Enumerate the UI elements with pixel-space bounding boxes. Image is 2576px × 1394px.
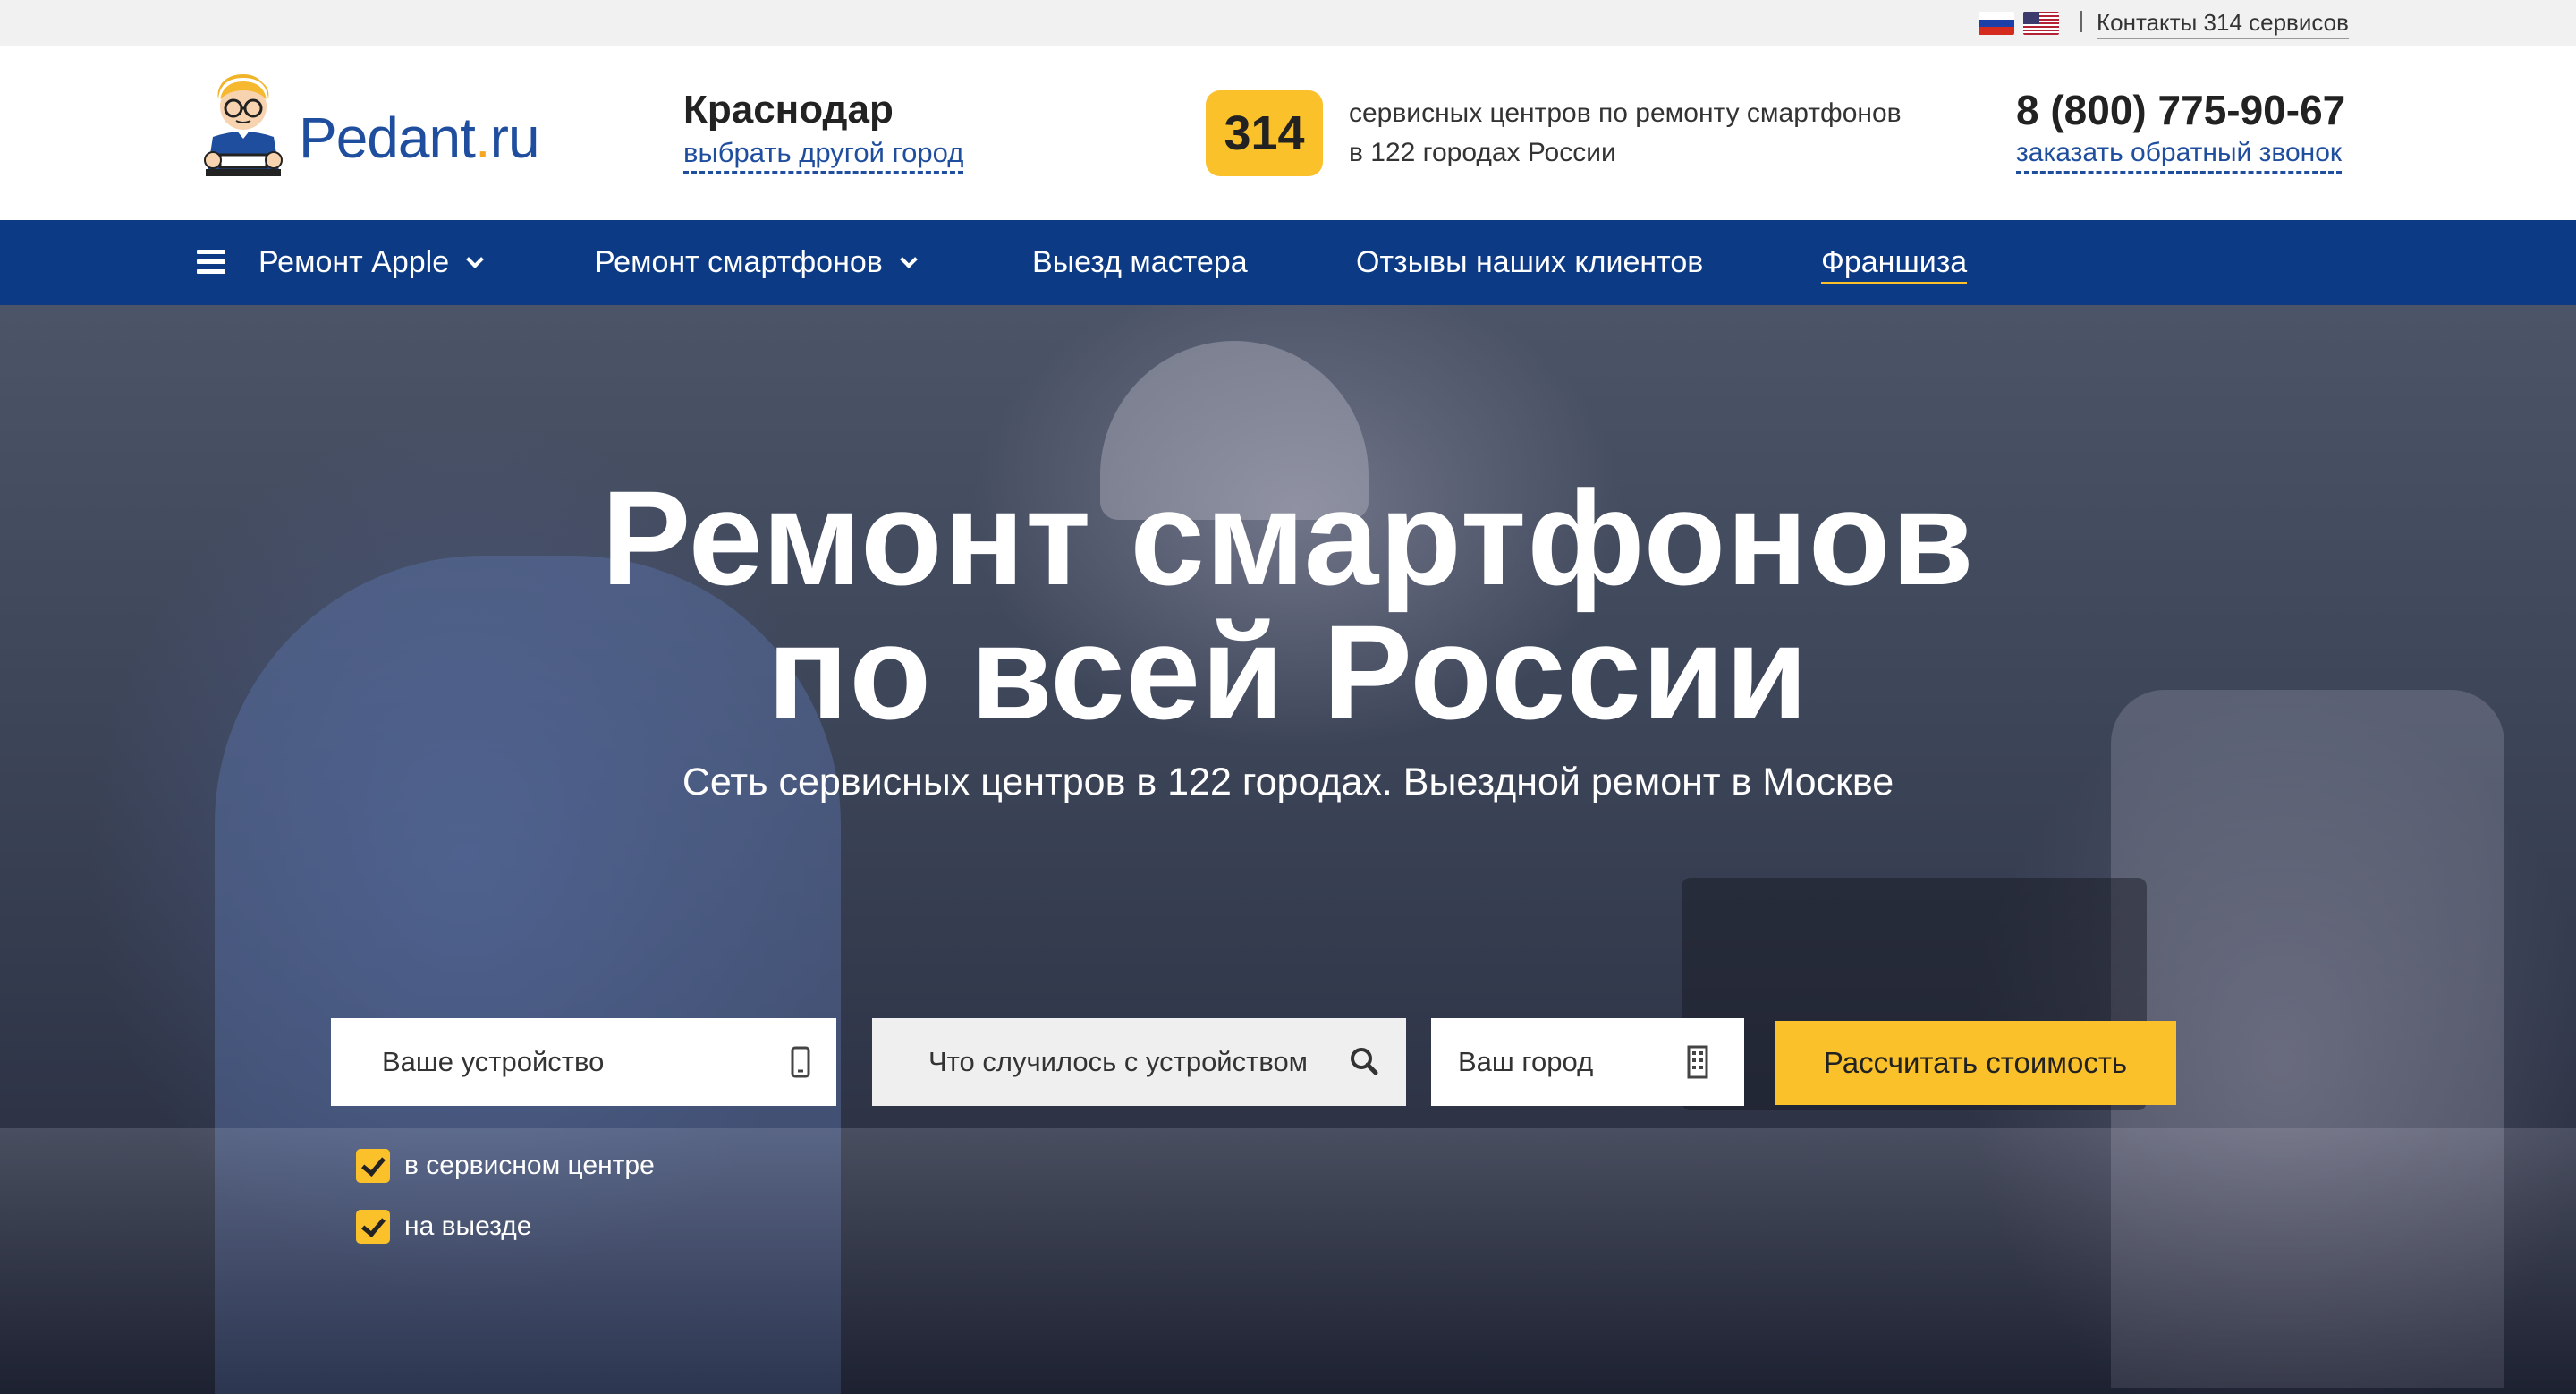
logo[interactable]: Pedant.ru	[193, 72, 569, 189]
service-center-checkbox[interactable]	[356, 1149, 390, 1183]
nav-item-label: Франшиза	[1821, 242, 1968, 284]
chevron-down-icon	[466, 251, 485, 268]
problem-input-placeholder: Что случилось с устройством	[928, 1046, 1308, 1077]
divider	[2080, 11, 2082, 32]
city-input[interactable]: Ваш город	[1431, 1018, 1744, 1106]
device-input[interactable]: Ваше устройство	[331, 1018, 836, 1106]
nav-item-repair-smartphones[interactable]: Ремонт смартфонов	[595, 220, 918, 305]
calculate-cost-button[interactable]: Рассчитать стоимость	[1775, 1021, 2176, 1105]
phone-number[interactable]: 8 (800) 775-90-67	[2016, 85, 2345, 135]
pedant-mascot-icon	[204, 74, 283, 176]
hero-title-line2: по всей России	[767, 597, 1809, 747]
on-site-label[interactable]: на выезде	[404, 1209, 531, 1245]
flag-ru-icon[interactable]	[1979, 12, 2014, 35]
service-count-badge: 314	[1206, 90, 1323, 176]
service-center-label[interactable]: в сервисном центре	[404, 1148, 655, 1184]
callback-link[interactable]: заказать обратный звонок	[2016, 135, 2343, 174]
nav-item-franchise[interactable]: Франшиза	[1821, 220, 1968, 305]
device-input-placeholder: Ваше устройство	[382, 1046, 605, 1077]
nav-item-repair-apple[interactable]: Ремонт Apple	[258, 220, 485, 305]
search-icon	[1351, 1048, 1378, 1075]
service-count-text: сервисных центров по ремонту смартфонов …	[1349, 94, 1993, 173]
building-icon	[1687, 1045, 1708, 1079]
hero-title-line1: Ремонт смартфонов	[601, 463, 1975, 613]
service-text-line2: в 122 городах России	[1349, 138, 1616, 167]
hero-section: Ремонт смартфонов по всей России Сеть се…	[0, 305, 2576, 1394]
problem-input[interactable]: Что случилось с устройством	[872, 1018, 1406, 1106]
smartphone-icon	[791, 1046, 810, 1078]
logo-wordmark: Pedant.ru	[299, 106, 540, 170]
current-city: Краснодар	[683, 88, 894, 132]
nav-item-master-visit[interactable]: Выезд мастера	[1032, 220, 1248, 305]
hero-title: Ремонт смартфонов по всей России	[0, 471, 2576, 739]
contacts-link[interactable]: Контакты 314 сервисов	[2097, 7, 2349, 39]
nav-item-label: Ремонт Apple	[258, 245, 450, 279]
nav-item-label: Ремонт смартфонов	[595, 245, 883, 279]
flag-us-icon[interactable]	[2023, 12, 2059, 35]
on-site-checkbox[interactable]	[356, 1210, 390, 1244]
nav-item-reviews[interactable]: Отзывы наших клиентов	[1356, 220, 1703, 305]
top-utility-bar: Контакты 314 сервисов	[0, 0, 2576, 46]
menu-icon[interactable]	[197, 250, 225, 275]
chevron-down-icon	[899, 251, 918, 268]
hero-subtitle: Сеть сервисных центров в 122 городах. Вы…	[682, 761, 1894, 803]
site-header: Pedant.ru Краснодар выбрать другой город…	[0, 46, 2576, 220]
main-nav: Ремонт Apple Ремонт смартфонов Выезд мас…	[0, 220, 2576, 305]
city-input-placeholder: Ваш город	[1458, 1046, 1594, 1077]
change-city-link[interactable]: выбрать другой город	[683, 135, 964, 174]
service-text-line1: сервисных центров по ремонту смартфонов	[1349, 98, 1902, 128]
